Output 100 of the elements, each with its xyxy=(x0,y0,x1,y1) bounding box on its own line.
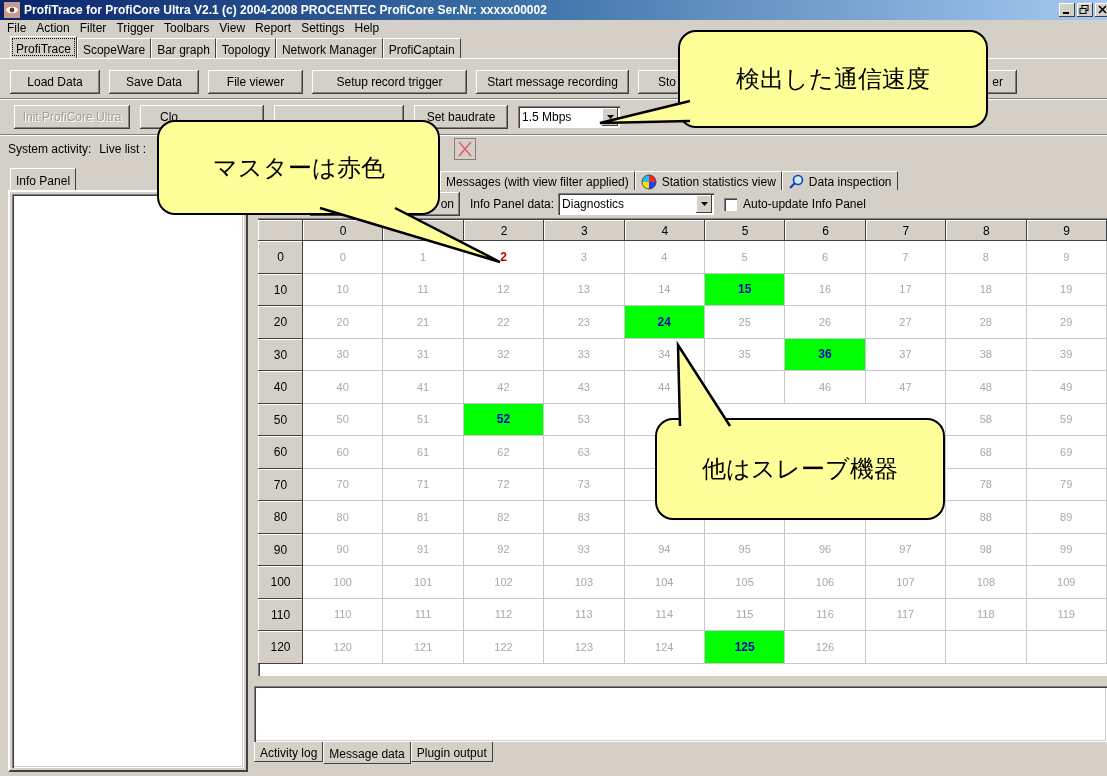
checkbox[interactable] xyxy=(724,197,738,211)
caret-icon xyxy=(606,115,614,119)
station-cell: 100 xyxy=(303,566,384,599)
tab[interactable]: Station statistics view xyxy=(634,171,782,190)
tab[interactable]: Message data xyxy=(323,742,411,764)
toolbar-button[interactable]: File viewer xyxy=(208,69,303,94)
station-cell: 111 xyxy=(383,598,464,631)
station-cell: 10 xyxy=(303,273,384,306)
restore-button[interactable] xyxy=(1077,3,1093,17)
toolbar-button[interactable]: Setup record trigger xyxy=(312,69,467,94)
station-cell: 33 xyxy=(544,338,625,371)
tab[interactable]: Info Panel xyxy=(10,168,77,190)
station-cell: 5 xyxy=(704,241,786,274)
station-cell: 9 xyxy=(1026,241,1107,274)
menu-item[interactable]: Help xyxy=(349,21,385,35)
pie-icon xyxy=(640,174,657,190)
tab[interactable]: ProfiTrace xyxy=(10,36,77,58)
row-header: 0 xyxy=(258,241,303,274)
station-cell: 120 xyxy=(303,631,384,664)
minimize-button[interactable] xyxy=(1059,3,1075,17)
station-cell: 22 xyxy=(463,306,545,339)
station-cell: 11 xyxy=(383,273,464,306)
x-icon xyxy=(454,138,477,160)
row-header: 120 xyxy=(258,631,303,664)
station-cell: 117 xyxy=(865,598,947,631)
row-header: 20 xyxy=(258,306,303,339)
tab[interactable]: Topology xyxy=(215,38,276,58)
station-cell: 93 xyxy=(544,533,625,566)
row-header: 40 xyxy=(258,371,303,404)
tab[interactable]: ProfiCaptain xyxy=(382,38,461,58)
menu-item[interactable]: Filter xyxy=(74,21,112,35)
station-cell: 96 xyxy=(785,533,866,566)
row-header: 70 xyxy=(258,468,303,501)
menu-item[interactable]: Action xyxy=(31,21,75,35)
station-cell: 110 xyxy=(303,598,384,631)
station-cell: 28 xyxy=(946,306,1027,339)
station-cell: 31 xyxy=(383,338,464,371)
station-cell: 101 xyxy=(383,566,464,599)
station-cell: 61 xyxy=(383,436,464,469)
caret-icon xyxy=(700,202,708,206)
tab[interactable]: ScopeWare xyxy=(76,38,152,58)
station-cell: 53 xyxy=(544,403,625,436)
station-cell: 105 xyxy=(704,566,786,599)
station-cell: 116 xyxy=(785,598,866,631)
row-header: 110 xyxy=(258,598,303,631)
menu-item[interactable]: File xyxy=(2,21,32,35)
station-cell: 18 xyxy=(946,273,1027,306)
menu-item[interactable]: Trigger xyxy=(111,21,159,35)
station-cell: 98 xyxy=(946,533,1027,566)
window-title: ProfiTrace for ProfiCore Ultra V2.1 (c) 2004-2008 PROCENTEC ProfiCore Ser.Nr: xxxxx00002 xyxy=(24,3,547,17)
station-cell: 115 xyxy=(704,598,786,631)
station-cell: 113 xyxy=(544,598,625,631)
toolbar-button[interactable]: Start message recording xyxy=(476,69,629,94)
station-cell: 103 xyxy=(544,566,625,599)
checkbox-label: Auto-update Info Panel xyxy=(743,197,866,211)
tab[interactable]: Network Manager xyxy=(275,38,383,58)
station-cell: 90 xyxy=(303,533,384,566)
minimize-icon xyxy=(1063,12,1069,14)
tab[interactable]: Plugin output xyxy=(410,742,493,762)
row-header: 50 xyxy=(258,403,303,436)
station-cell: 99 xyxy=(1026,533,1107,566)
station-cell: 122 xyxy=(463,631,545,664)
toolbar-button[interactable]: Load Data xyxy=(10,69,100,94)
info-panel-data-dropdown[interactable]: Diagnostics xyxy=(558,193,715,215)
tab[interactable]: Bar graph xyxy=(151,38,216,58)
slave-station-cell: 24 xyxy=(624,306,705,339)
station-cell: 79 xyxy=(1026,468,1107,501)
station-cell: 97 xyxy=(865,533,947,566)
row-header: 90 xyxy=(258,533,303,566)
station-cell: 121 xyxy=(383,631,464,664)
menu-item[interactable]: Settings xyxy=(296,21,350,35)
station-cell: 62 xyxy=(463,436,545,469)
station-cell: 12 xyxy=(463,273,545,306)
info-panel-data-label: Info Panel data: xyxy=(470,197,555,211)
station-cell: 47 xyxy=(865,371,947,404)
tab[interactable]: Messages (with view filter applied) xyxy=(440,171,635,190)
baudrate-dropdown[interactable]: 1.5 Mbps xyxy=(518,106,620,128)
station-cell: 108 xyxy=(946,566,1027,599)
station-cell: 30 xyxy=(303,338,384,371)
column-header: 7 xyxy=(865,220,947,241)
menu-item[interactable]: Report xyxy=(250,21,297,35)
station-cell: 126 xyxy=(785,631,866,664)
station-cell: 37 xyxy=(865,338,947,371)
row-header: 60 xyxy=(258,436,303,469)
station-cell: 102 xyxy=(463,566,545,599)
slave-station-cell: 36 xyxy=(785,338,866,371)
toolbar-button[interactable]: Save Data xyxy=(109,69,199,94)
slave-station-cell: 15 xyxy=(704,273,786,306)
station-cell: 83 xyxy=(544,501,625,534)
grid-corner xyxy=(258,220,303,241)
station-cell: 91 xyxy=(383,533,464,566)
station-cell: 46 xyxy=(785,371,866,404)
menu-item[interactable]: View xyxy=(214,21,251,35)
close-button[interactable] xyxy=(1095,3,1107,17)
tab[interactable]: Activity log xyxy=(254,742,324,762)
toolbar-button[interactable]: Set baudrate xyxy=(414,105,508,129)
station-cell: 71 xyxy=(383,468,464,501)
tab[interactable]: Data inspection xyxy=(781,171,898,190)
station-cell: 106 xyxy=(785,566,866,599)
menu-item[interactable]: Toolbars xyxy=(158,21,215,35)
